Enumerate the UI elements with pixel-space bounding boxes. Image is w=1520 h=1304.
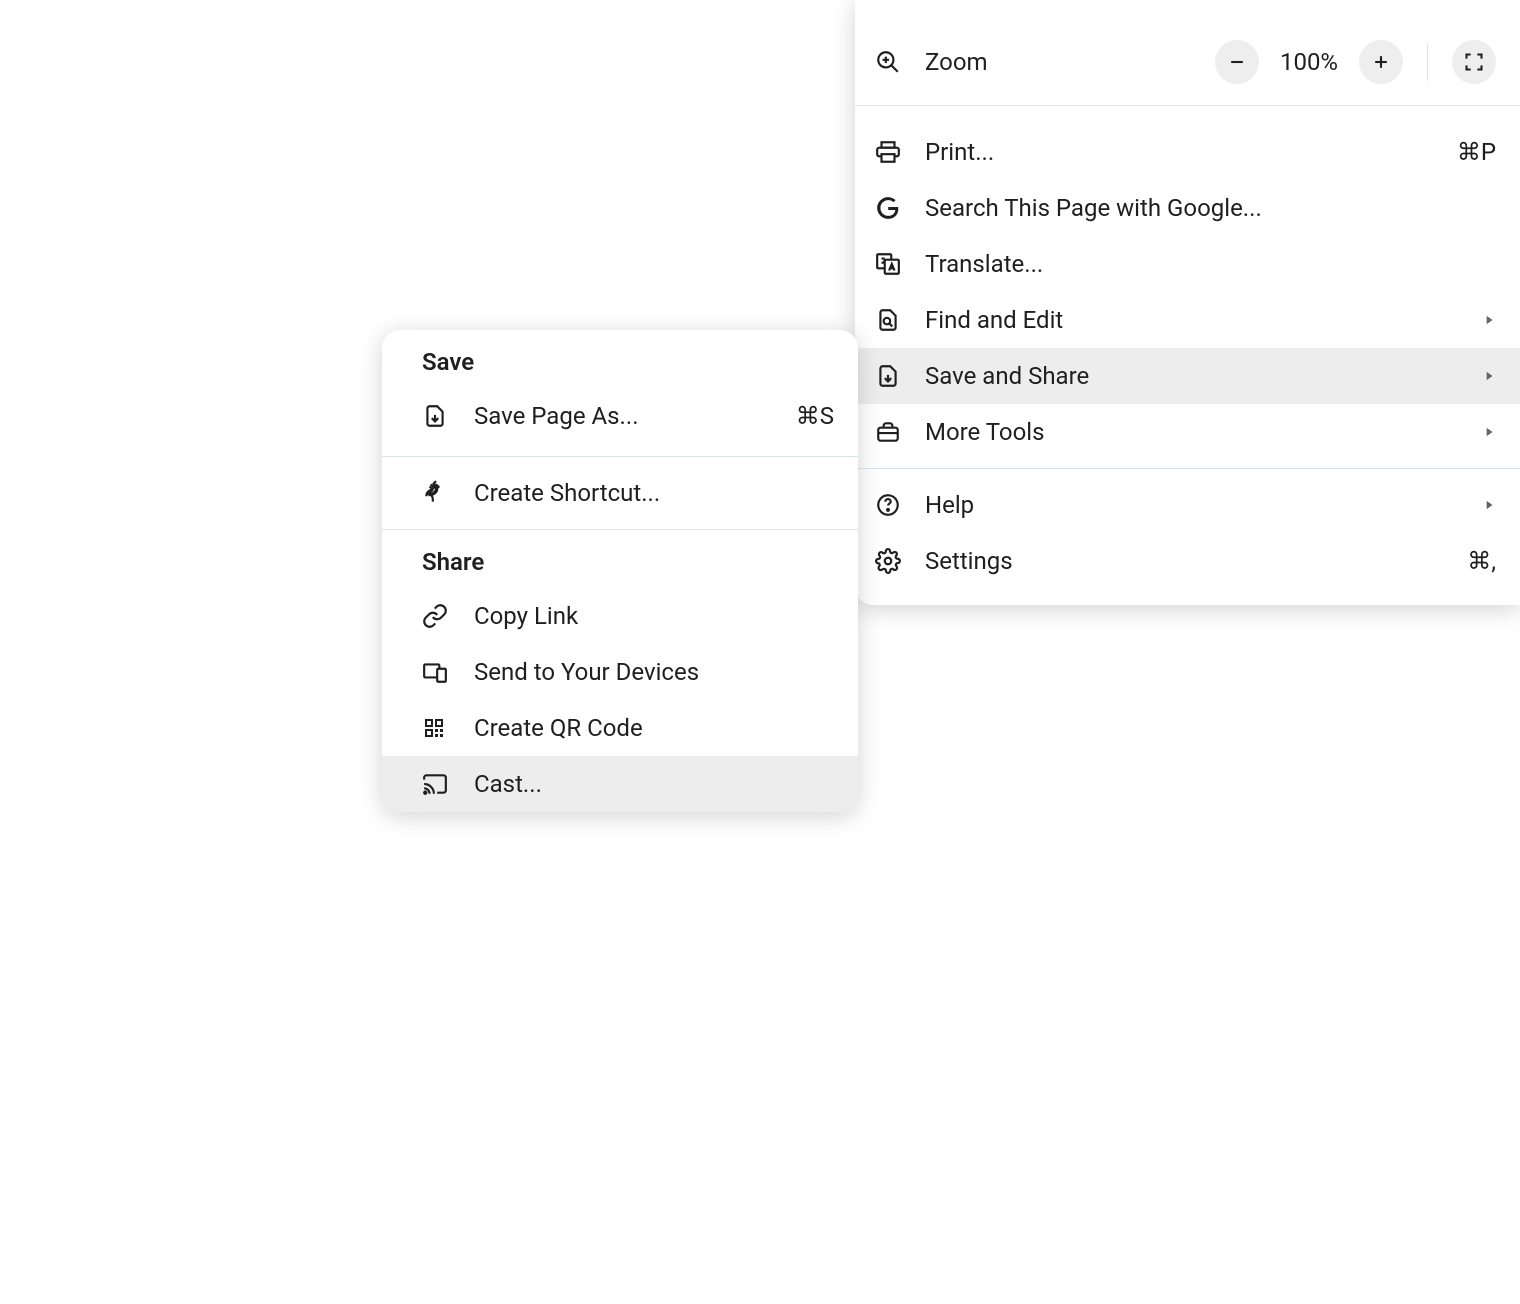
create-shortcut-item[interactable]: Create Shortcut... [382, 457, 858, 529]
copy-link-item[interactable]: Copy Link [382, 588, 858, 644]
settings-shortcut: ⌘, [1467, 547, 1496, 575]
save-share-label: Save and Share [925, 362, 1482, 390]
devices-icon [422, 659, 448, 685]
chevron-right-icon [1482, 425, 1496, 439]
shortcut-icon [422, 480, 448, 506]
cast-icon [422, 771, 448, 797]
copy-link-label: Copy Link [474, 602, 834, 630]
google-icon [875, 195, 901, 221]
fullscreen-button[interactable] [1452, 40, 1496, 84]
qr-code-label: Create QR Code [474, 714, 834, 742]
send-devices-label: Send to Your Devices [474, 658, 834, 686]
share-section-header: Share [382, 530, 858, 588]
chrome-main-menu: Zoom 100% [855, 0, 1520, 605]
zoom-value: 100% [1273, 48, 1345, 76]
gear-icon [875, 548, 901, 574]
zoom-label: Zoom [925, 48, 1215, 76]
save-page-shortcut: ⌘S [796, 402, 834, 430]
translate-item[interactable]: Translate... [855, 236, 1520, 292]
translate-label: Translate... [925, 250, 1496, 278]
zoom-controls: 100% [1215, 40, 1496, 84]
save-page-icon [422, 403, 448, 429]
zoom-divider [1427, 43, 1428, 81]
save-section-header: Save [382, 330, 858, 388]
chevron-right-icon [1482, 313, 1496, 327]
search-page-item[interactable]: Search This Page with Google... [855, 180, 1520, 236]
find-edit-label: Find and Edit [925, 306, 1482, 334]
settings-label: Settings [925, 547, 1467, 575]
save-share-icon [875, 363, 901, 389]
settings-item[interactable]: Settings ⌘, [855, 533, 1520, 589]
menu-top-spacer [855, 0, 1520, 18]
toolbox-icon [875, 419, 901, 445]
zoom-in-button[interactable] [1359, 40, 1403, 84]
qr-code-icon [422, 716, 446, 740]
cast-label: Cast... [474, 770, 834, 798]
translate-icon [875, 251, 901, 277]
cast-item[interactable]: Cast... [382, 756, 858, 812]
qr-code-item[interactable]: Create QR Code [382, 700, 858, 756]
chevron-right-icon [1482, 498, 1496, 512]
help-icon [875, 492, 901, 518]
print-shortcut: ⌘P [1457, 138, 1496, 166]
zoom-out-button[interactable] [1215, 40, 1259, 84]
create-shortcut-label: Create Shortcut... [474, 479, 834, 507]
find-edit-icon [875, 307, 901, 333]
save-share-item[interactable]: Save and Share [855, 348, 1520, 404]
find-edit-item[interactable]: Find and Edit [855, 292, 1520, 348]
save-page-item[interactable]: Save Page As... ⌘S [382, 388, 858, 444]
link-icon [422, 603, 448, 629]
search-page-label: Search This Page with Google... [925, 194, 1496, 222]
menu-section-spacer [855, 106, 1520, 124]
zoom-in-magnifier-icon [875, 49, 901, 75]
more-tools-item[interactable]: More Tools [855, 404, 1520, 460]
more-tools-label: More Tools [925, 418, 1482, 446]
print-item[interactable]: Print... ⌘P [855, 124, 1520, 180]
menu-separator [855, 468, 1520, 469]
print-label: Print... [925, 138, 1457, 166]
send-devices-item[interactable]: Send to Your Devices [382, 644, 858, 700]
chevron-right-icon [1482, 369, 1496, 383]
help-label: Help [925, 491, 1482, 519]
zoom-row: Zoom 100% [855, 18, 1520, 106]
print-icon [875, 139, 901, 165]
save-page-label: Save Page As... [474, 402, 796, 430]
help-item[interactable]: Help [855, 477, 1520, 533]
save-share-submenu: Save Save Page As... ⌘S [382, 330, 858, 812]
